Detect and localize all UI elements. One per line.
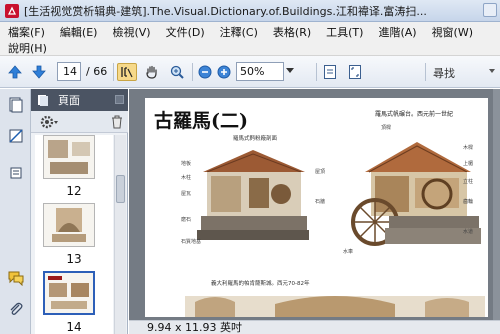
thumbnail-scrollbar-thumb[interactable] xyxy=(116,175,125,203)
full-screen-icon[interactable] xyxy=(346,63,364,81)
zoom-dropdown-arrow-icon[interactable] xyxy=(286,68,294,73)
menu-view[interactable]: 檢視(V) xyxy=(112,24,150,40)
options-gear-icon[interactable] xyxy=(39,114,59,133)
select-text-tool-icon[interactable] xyxy=(117,63,137,81)
menu-help[interactable]: 說明(H) xyxy=(8,40,47,56)
label-pillar: 立柱 xyxy=(463,179,474,185)
pages-panel-header-icon xyxy=(38,95,48,106)
mill-cutaway-illustration xyxy=(197,150,309,240)
label-stone-foundation: 石質地基 xyxy=(181,239,202,245)
delete-trash-icon[interactable] xyxy=(111,115,123,132)
fit-page-icon[interactable] xyxy=(321,63,339,81)
thumbnail-list[interactable]: 12 13 14 xyxy=(35,135,113,334)
menu-forms[interactable]: 表格(R) xyxy=(273,24,311,40)
bookmarks-panel-icon[interactable] xyxy=(8,128,24,144)
thumbnail-scrollbar[interactable] xyxy=(114,135,126,334)
acrobat-app-icon xyxy=(5,3,19,18)
menu-edit[interactable]: 編輯(E) xyxy=(60,24,98,40)
zoom-in-icon[interactable] xyxy=(216,63,232,81)
menu-window[interactable]: 視窗(W) xyxy=(432,24,473,40)
find-label[interactable]: 尋找 xyxy=(433,65,455,81)
page-thumbnail-13[interactable] xyxy=(43,203,95,247)
label-ridge-beam: 頂樑 xyxy=(381,125,392,131)
find-dropdown-arrow-icon[interactable] xyxy=(489,69,495,73)
status-bar: 9.94 x 11.93 英吋 xyxy=(129,320,500,334)
document-viewer: 古羅馬(二) 羅馬式帆碾台。西元前一世紀 羅馬式麪粉廠剖面 義大利羅馬的帕肯薩斯… xyxy=(129,89,500,334)
zoom-level-select[interactable]: 50% xyxy=(236,62,284,81)
menu-tools[interactable]: 工具(T) xyxy=(326,24,363,40)
menu-advanced[interactable]: 進階(A) xyxy=(378,24,416,40)
comments-panel-icon[interactable] xyxy=(8,270,24,287)
page-number-input[interactable]: 14 xyxy=(57,62,81,81)
pages-panel: 頁面 12 13 14 xyxy=(31,89,128,334)
panel-collapse-button[interactable] xyxy=(115,95,124,104)
menu-bar: 檔案(F) 編輯(E) 檢視(V) 文件(D) 注釋(C) 表格(R) 工具(T… xyxy=(0,22,500,56)
page-thumbnail-14[interactable] xyxy=(43,271,95,315)
label-roof: 屋頂 xyxy=(315,169,326,175)
thumbnail-label-14: 14 xyxy=(66,320,82,334)
label-stone-wall: 石牆 xyxy=(315,199,326,205)
label-wood-column: 木柱 xyxy=(181,175,192,181)
zoom-tool-icon[interactable] xyxy=(168,63,186,81)
waterwheel-caption: 羅馬式帆碾台。西元前一世紀 xyxy=(375,111,454,118)
thumbnail-label-13: 13 xyxy=(66,252,82,266)
colosseum-section-illustration xyxy=(185,296,485,317)
hand-tool-icon[interactable] xyxy=(143,63,161,81)
mill-caption: 羅馬式麪粉廠剖面 xyxy=(233,136,278,142)
navigation-pane xyxy=(0,89,31,334)
pdf-page: 古羅馬(二) 羅馬式帆碾台。西元前一世紀 羅馬式麪粉廠剖面 義大利羅馬的帕肯薩斯… xyxy=(145,98,488,317)
document-vertical-scrollbar[interactable] xyxy=(493,89,500,320)
page-heading: 古羅馬(二) xyxy=(154,110,248,132)
attachments-paperclip-icon[interactable] xyxy=(8,301,24,317)
thumbnail-label-12: 12 xyxy=(66,184,82,198)
pages-panel-title: 頁面 xyxy=(58,94,80,107)
layers-panel-icon[interactable] xyxy=(8,165,24,181)
menu-document[interactable]: 文件(D) xyxy=(166,24,205,40)
panel-toolbar xyxy=(31,111,128,133)
label-floor: 地板 xyxy=(181,161,192,167)
total-pages: / 66 xyxy=(86,65,108,78)
title-bar: [生活视觉赏析辑典-建筑].The.Visual.Dictionary.of.B… xyxy=(0,0,500,22)
previous-page-arrow-icon[interactable] xyxy=(6,63,24,81)
menu-comments[interactable]: 注釋(C) xyxy=(220,24,258,40)
pages-panel-icon[interactable] xyxy=(8,97,24,113)
minimize-button[interactable] xyxy=(483,3,497,17)
window-title: [生活视觉赏析辑典-建筑].The.Visual.Dictionary.of.B… xyxy=(24,4,427,18)
page-size-readout: 9.94 x 11.93 英吋 xyxy=(147,321,242,334)
label-water-wheel: 水車 xyxy=(343,249,354,255)
label-water-channel: 水道 xyxy=(463,229,474,235)
zoom-out-icon[interactable] xyxy=(197,63,213,81)
page-thumbnail-12[interactable] xyxy=(43,135,95,179)
label-millstone: 磨石 xyxy=(181,217,192,223)
next-page-arrow-icon[interactable] xyxy=(30,63,48,81)
label-wood-beam: 木樑 xyxy=(463,145,474,151)
label-gear: 齒輪 xyxy=(463,199,474,205)
pages-panel-header: 頁面 xyxy=(31,89,128,111)
toolbar: 14 / 66 50% 尋找 xyxy=(0,56,500,88)
pantheon-caption: 義大利羅馬的帕肯薩斯城。西元70-82年 xyxy=(211,281,310,287)
menu-file[interactable]: 檔案(F) xyxy=(8,24,45,40)
label-roof-tile: 屋瓦 xyxy=(181,191,192,197)
label-cornice: 上楣 xyxy=(463,161,474,167)
